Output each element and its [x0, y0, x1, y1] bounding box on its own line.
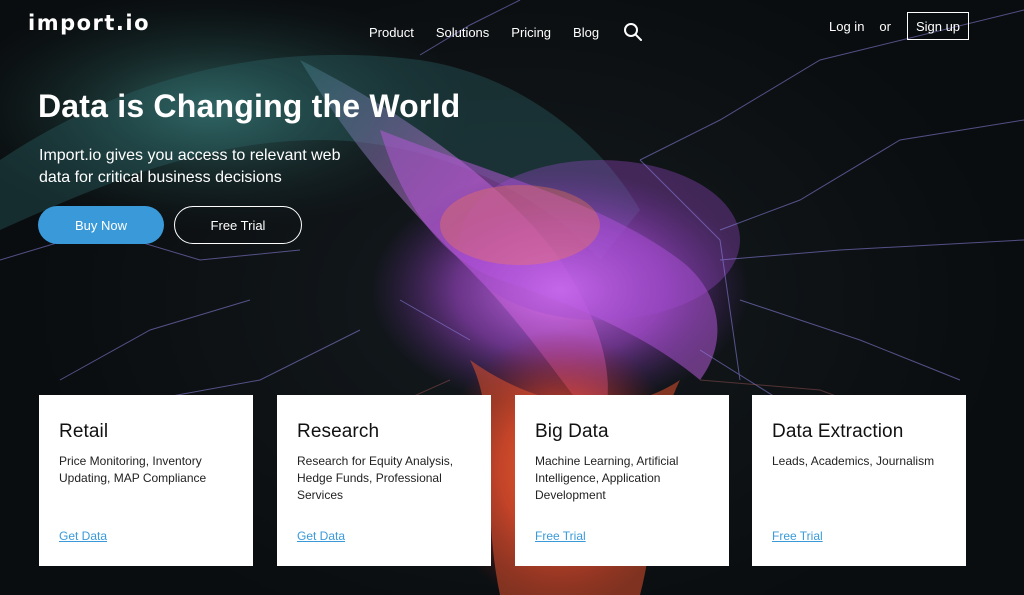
- card-title: Retail: [59, 421, 109, 442]
- card-big-data: Big Data Machine Learning, Artificial In…: [515, 395, 729, 566]
- import-io-logo[interactable]: import.io: [28, 11, 150, 35]
- nav-blog[interactable]: Blog: [573, 25, 599, 40]
- card-description: Price Monitoring, Inventory Updating, MA…: [59, 454, 207, 485]
- signup-button[interactable]: Sign up: [906, 12, 969, 40]
- hero-subtitle: Import.io gives you access to relevant w…: [39, 147, 341, 186]
- card-research: Research Research for Equity Analysis, H…: [277, 395, 491, 566]
- card-retail: Retail Price Monitoring, Inventory Updat…: [39, 395, 253, 566]
- free-trial-button[interactable]: Free Trial: [174, 206, 302, 244]
- card-description: Leads, Academics, Journalism: [772, 454, 935, 468]
- nav-product[interactable]: Product: [369, 25, 414, 40]
- card-link-get-data[interactable]: Get Data: [297, 529, 345, 543]
- landing-page: import.io Product Solutions Pricing Blog…: [0, 0, 1024, 595]
- card-link-get-data[interactable]: Get Data: [59, 529, 107, 543]
- card-description: Research for Equity Analysis, Hedge Fund…: [297, 454, 454, 502]
- card-title: Research: [297, 421, 380, 442]
- auth-links: Log in or Sign up: [829, 12, 969, 40]
- or-separator: or: [879, 18, 891, 34]
- login-link[interactable]: Log in: [829, 19, 864, 34]
- nav-pricing[interactable]: Pricing: [511, 25, 551, 40]
- search-icon[interactable]: [623, 22, 643, 42]
- card-link-free-trial[interactable]: Free Trial: [772, 529, 823, 543]
- card-description: Machine Learning, Artificial Intelligenc…: [535, 454, 679, 502]
- buy-now-button[interactable]: Buy Now: [38, 206, 164, 244]
- card-data-extraction: Data Extraction Leads, Academics, Journa…: [752, 395, 966, 566]
- hero-title: Data is Changing the World: [38, 88, 461, 124]
- card-title: Big Data: [535, 421, 609, 442]
- card-title: Data Extraction: [772, 421, 904, 442]
- main-nav: Product Solutions Pricing Blog: [369, 22, 643, 42]
- nav-solutions[interactable]: Solutions: [436, 25, 489, 40]
- card-link-free-trial[interactable]: Free Trial: [535, 529, 586, 543]
